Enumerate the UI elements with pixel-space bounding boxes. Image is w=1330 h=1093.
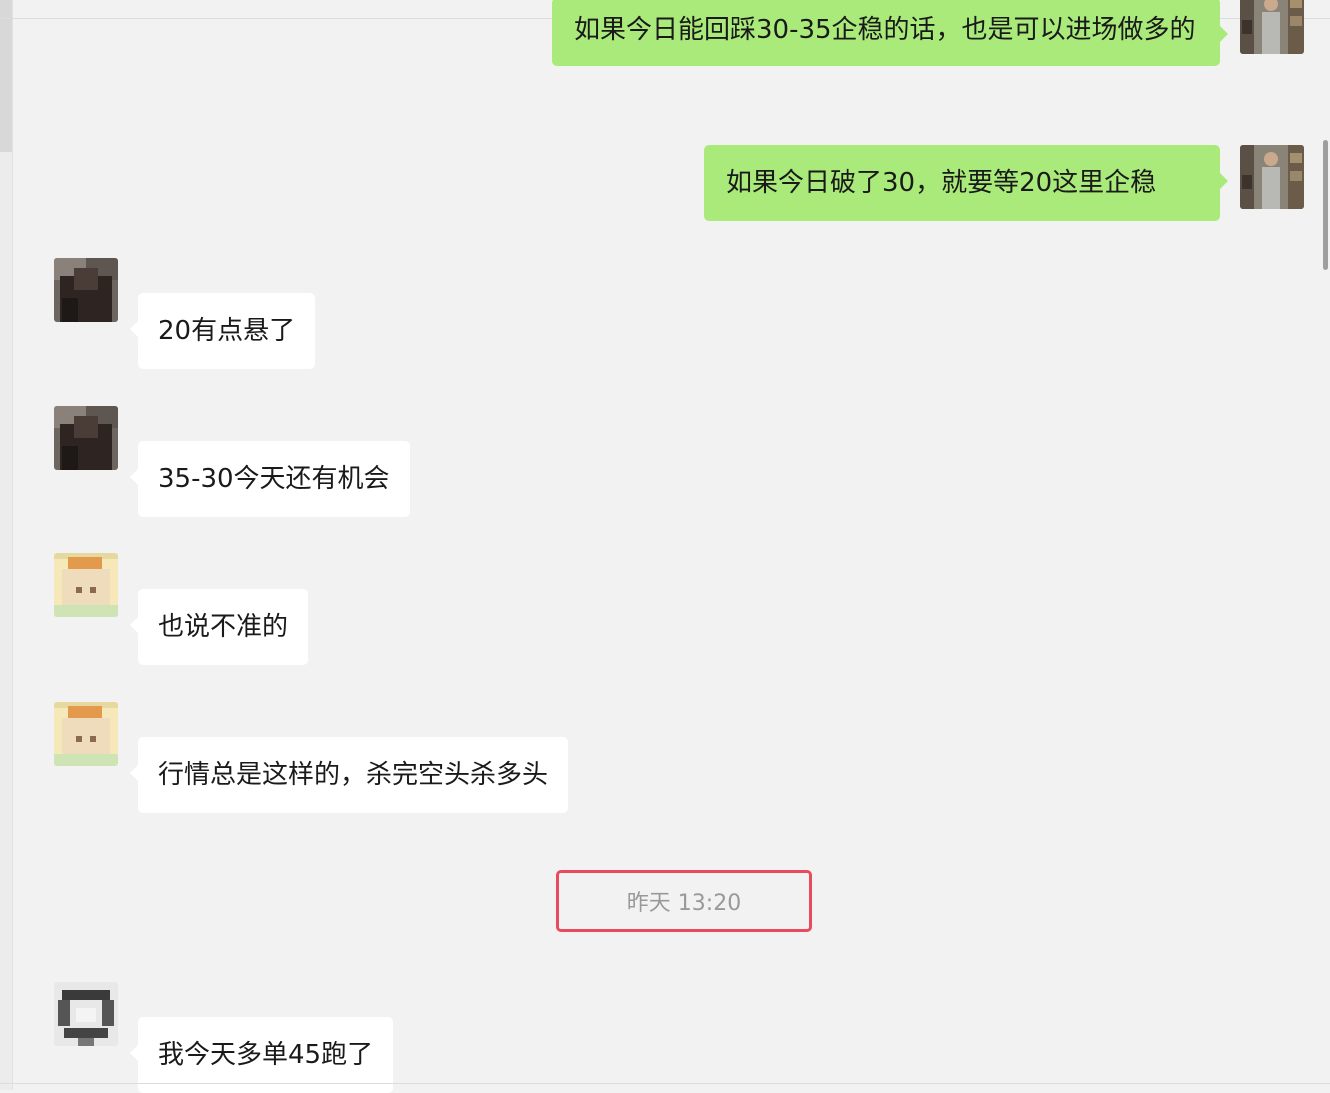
self-avatar[interactable] [1240, 0, 1304, 54]
left-panel-scroll-thumb[interactable] [0, 0, 12, 152]
incoming-message-bubble[interactable]: 20有点悬了 [129, 293, 316, 369]
outgoing-message-bubble[interactable]: 如果今日能回踩30-35企稳的话，也是可以进场做多的 [552, 0, 1228, 66]
timestamp-divider: 昨天 13:20 [556, 870, 812, 932]
incoming-message-bubble[interactable]: 也说不准的 [129, 589, 309, 665]
member-avatar[interactable] [54, 258, 118, 322]
member-avatar[interactable] [54, 406, 118, 470]
chat-scrollbar[interactable] [1323, 140, 1328, 270]
self-avatar[interactable] [1240, 145, 1304, 209]
outgoing-message-bubble[interactable]: 如果今日破了30，就要等20这里企稳 [704, 145, 1228, 221]
incoming-message-bubble[interactable]: 我今天多单45跑了 [129, 1017, 394, 1093]
incoming-message-bubble[interactable]: 35-30今天还有机会 [130, 441, 410, 517]
incoming-message-bubble[interactable]: 行情总是这样的，杀完空头杀多头 [129, 737, 569, 813]
left-panel-edge [0, 0, 13, 1090]
member-avatar[interactable] [54, 982, 118, 1046]
member-avatar[interactable] [54, 702, 118, 766]
member-avatar[interactable] [54, 553, 118, 617]
chat-bottom-divider [0, 1083, 1330, 1084]
